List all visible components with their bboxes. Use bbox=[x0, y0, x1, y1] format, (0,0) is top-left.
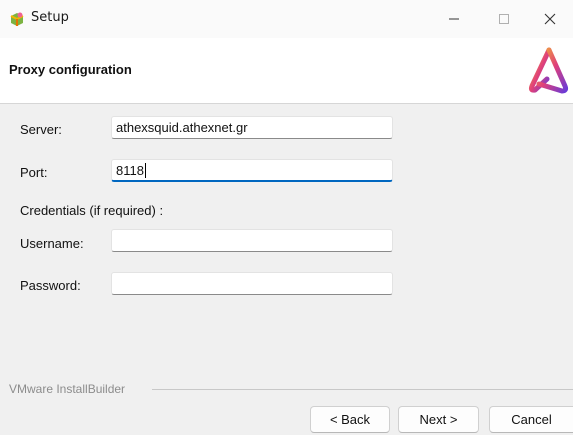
setup-app-icon bbox=[10, 12, 24, 26]
maximize-icon bbox=[499, 14, 509, 24]
minimize-button[interactable] bbox=[431, 0, 477, 38]
close-icon bbox=[544, 13, 556, 25]
port-label: Port: bbox=[20, 165, 48, 180]
port-input[interactable]: 8118 bbox=[111, 159, 393, 182]
username-input[interactable] bbox=[111, 229, 393, 252]
footer-divider bbox=[152, 389, 573, 390]
port-value: 8118 bbox=[116, 163, 144, 178]
credentials-label: Credentials (if required) : bbox=[20, 203, 164, 218]
page-title: Proxy configuration bbox=[9, 62, 132, 77]
username-label: Username: bbox=[20, 236, 84, 251]
next-button[interactable]: Next > bbox=[398, 406, 479, 433]
back-button[interactable]: < Back bbox=[310, 406, 390, 433]
password-input[interactable] bbox=[111, 272, 393, 295]
cancel-button[interactable]: Cancel bbox=[489, 406, 573, 433]
page-header: Proxy configuration bbox=[0, 38, 573, 104]
server-label: Server: bbox=[20, 122, 62, 137]
window-title: Setup bbox=[31, 10, 69, 25]
close-button[interactable] bbox=[527, 0, 573, 38]
title-bar: Setup bbox=[0, 0, 573, 38]
installer-logo-icon bbox=[528, 47, 569, 94]
maximize-button[interactable] bbox=[481, 0, 527, 38]
text-caret bbox=[144, 163, 146, 178]
installbuilder-brand: VMware InstallBuilder bbox=[9, 382, 126, 396]
server-input[interactable]: athexsquid.athexnet.gr bbox=[111, 116, 393, 139]
password-label: Password: bbox=[20, 278, 81, 293]
minimize-icon bbox=[449, 18, 459, 20]
